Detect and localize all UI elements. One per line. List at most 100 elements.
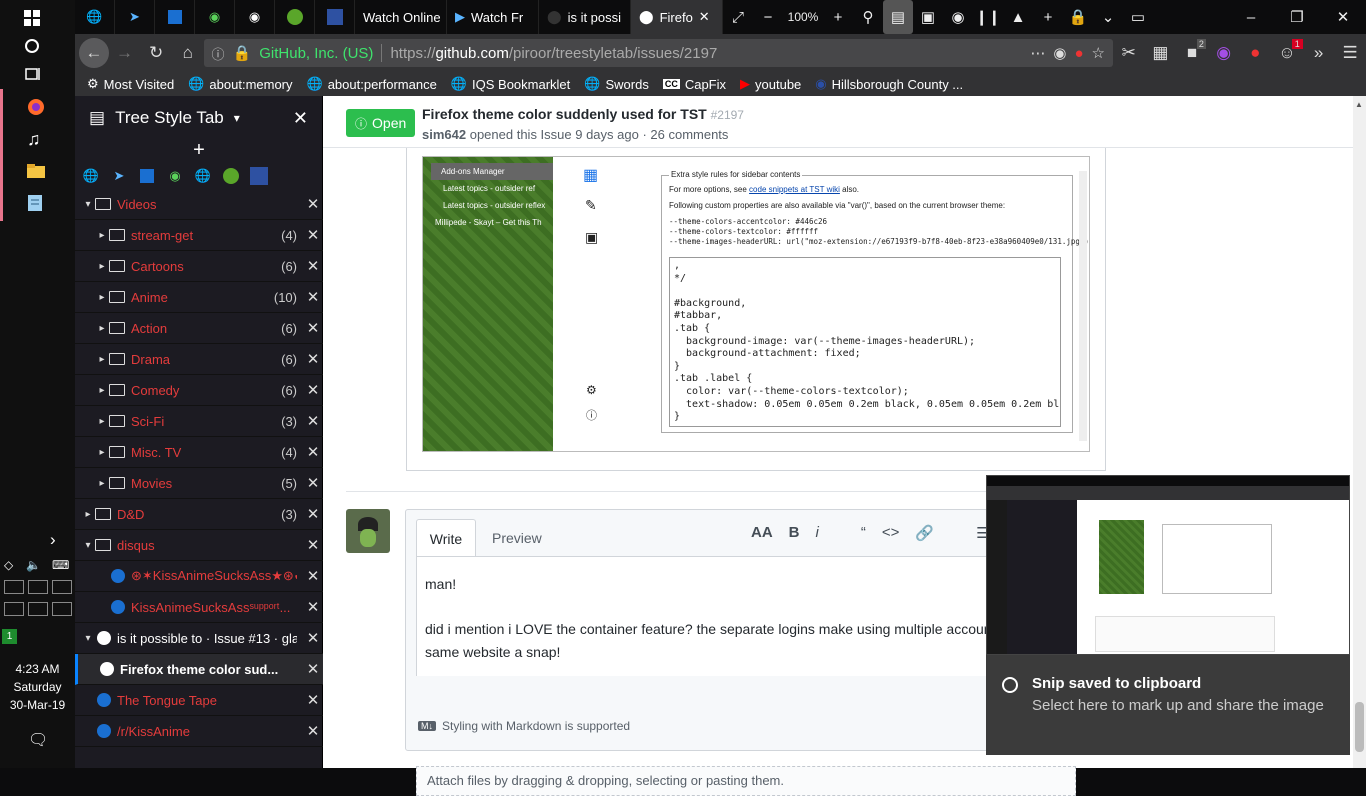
tab-active[interactable]: ⬤ Firefo ✕ <box>631 0 723 34</box>
reload-button[interactable]: ↻ <box>140 37 172 69</box>
pinned-site-icon[interactable]: ➤ <box>107 164 131 188</box>
site-identity[interactable]: GitHub, Inc. (US) <box>259 45 373 62</box>
close-icon[interactable]: ✕ <box>303 412 323 430</box>
tab-tree-item[interactable]: ▾ is it possible to · Issue #13 · glandi.… <box>75 623 323 654</box>
tab-tree-folder[interactable]: ▸ Sci-Fi (3) ✕ <box>75 406 323 437</box>
snip-thumbnail[interactable] <box>986 475 1350 655</box>
workspace-indicator-icon[interactable]: 1 <box>2 629 17 644</box>
mask-icon[interactable]: ◉ <box>943 0 973 34</box>
tray-icon[interactable] <box>28 580 48 594</box>
close-icon[interactable]: ✕ <box>303 660 323 678</box>
library-icon[interactable]: ❙❙ <box>973 0 1003 34</box>
text-size-icon[interactable]: AA <box>751 524 773 542</box>
firefox-taskbar-icon[interactable] <box>0 89 75 125</box>
hamburger-menu-icon[interactable]: ☰ <box>1334 37 1366 69</box>
pinned-site-icon[interactable]: ◉ <box>163 164 187 188</box>
twisty-icon[interactable]: ▾ <box>81 540 95 551</box>
twisty-icon[interactable]: ▾ <box>81 199 95 210</box>
close-icon[interactable]: ✕ <box>303 474 323 492</box>
tray-icon[interactable] <box>52 602 72 616</box>
twisty-icon[interactable]: ▸ <box>95 292 109 303</box>
chevron-down-icon[interactable]: ▾ <box>234 111 240 125</box>
close-icon[interactable]: ✕ <box>303 536 323 554</box>
window-mode-icon[interactable]: ▭ <box>1123 0 1153 34</box>
extension-icon[interactable]: ● <box>1074 45 1083 62</box>
twisty-icon[interactable]: ▸ <box>95 447 109 458</box>
tab-tree-folder[interactable]: ▸ Cartoons (6) ✕ <box>75 251 323 282</box>
close-icon[interactable]: ✕ <box>303 722 323 740</box>
bookmark-about-performance[interactable]: 🌐 about:performance <box>307 76 437 92</box>
system-clock[interactable]: 4:23 AM Saturday 30-Mar-19 <box>0 660 75 714</box>
pinned-tab[interactable]: ◉ <box>195 0 235 34</box>
task-view-icon[interactable] <box>0 56 75 92</box>
close-icon[interactable]: ✕ <box>303 288 323 306</box>
twisty-icon[interactable]: ▸ <box>95 416 109 427</box>
tab[interactable]: Watch Online <box>355 0 447 34</box>
tab-tree-item[interactable]: ⊛✶KissAnimeSucksAss★⊛✔... ✕ <box>75 561 323 592</box>
notifications-icon[interactable]: ☺ 1 <box>1271 37 1303 69</box>
new-tab-icon[interactable]: + <box>1033 0 1063 34</box>
tab-tree-item[interactable]: /r/KissAnime ✕ <box>75 716 323 747</box>
close-icon[interactable]: ✕ <box>699 9 710 25</box>
restore-icon[interactable]: ❐ <box>1274 0 1320 34</box>
twisty-icon[interactable]: ▸ <box>95 354 109 365</box>
home-button[interactable]: ⌂ <box>172 37 204 69</box>
overflow-chevrons-icon[interactable]: » <box>1303 37 1335 69</box>
page-scrollbar[interactable]: ▲ <box>1353 96 1366 768</box>
comment-textarea[interactable]: man! did i mention i LOVE the container … <box>416 556 1076 676</box>
twisty-icon[interactable]: ▸ <box>95 230 109 241</box>
tab-tree-item[interactable]: The Tongue Tape ✕ <box>75 685 323 716</box>
wifi-icon[interactable]: ◇ <box>4 558 13 572</box>
url-bar[interactable]: ⓘ 🔒 GitHub, Inc. (US) https://github.com… <box>203 39 1113 67</box>
tray-icon[interactable] <box>28 602 48 616</box>
close-icon[interactable]: ✕ <box>303 257 323 275</box>
tab-tree-folder[interactable]: ▾ Videos ✕ <box>75 189 323 220</box>
addon-badge-icon[interactable]: ■ 2 <box>1176 37 1208 69</box>
avatar[interactable] <box>346 509 390 553</box>
pinned-tab[interactable] <box>155 0 195 34</box>
tab-tree-folder[interactable]: ▸ Comedy (6) ✕ <box>75 375 323 406</box>
tab-tree-folder[interactable]: ▸ D&D (3) ✕ <box>75 499 323 530</box>
pinned-site-icon[interactable] <box>135 164 159 188</box>
twisty-icon[interactable]: ▸ <box>81 509 95 520</box>
chevron-right-icon[interactable]: › <box>0 522 75 558</box>
markdown-hint[interactable]: M↓ Styling with Markdown is supported <box>418 719 630 733</box>
tab-tree-folder[interactable]: ▸ Misc. TV (4) ✕ <box>75 437 323 468</box>
ublock-icon[interactable]: ● <box>1239 37 1271 69</box>
close-icon[interactable]: ✕ <box>303 319 323 337</box>
lock-icon[interactable]: 🔒 <box>1063 0 1093 34</box>
globe-icon[interactable]: 🌐 <box>191 164 215 188</box>
twisty-icon[interactable]: ▾ <box>81 633 95 644</box>
tab-tree-folder[interactable]: ▸ Action (6) ✕ <box>75 313 323 344</box>
twisty-icon[interactable]: ▸ <box>95 323 109 334</box>
tab-tree-folder[interactable]: ▸ Movies (5) ✕ <box>75 468 323 499</box>
file-explorer-icon[interactable] <box>0 153 75 189</box>
attach-files-area[interactable]: Attach files by dragging & dropping, sel… <box>416 766 1076 796</box>
quote-icon[interactable]: “ <box>861 524 866 542</box>
search-icon[interactable]: ⚲ <box>853 0 883 34</box>
tab-tree-folder[interactable]: ▾ disqus ✕ <box>75 530 323 561</box>
snip-notification[interactable]: Snip saved to clipboard Select here to m… <box>986 655 1350 755</box>
bookmark-about-memory[interactable]: 🌐 about:memory <box>188 76 292 92</box>
tab-tree-item[interactable]: Firefox theme color sud... ✕ <box>75 654 323 685</box>
fullscreen-icon[interactable]: ⤢ <box>723 0 753 34</box>
action-center-icon[interactable]: 🗨 <box>28 730 48 750</box>
sidebar-close-icon[interactable]: ✕ <box>293 108 308 129</box>
tab[interactable]: ▶ Watch Fr <box>447 0 539 34</box>
pinned-tab[interactable] <box>315 0 355 34</box>
close-icon[interactable]: ✕ <box>303 195 323 213</box>
close-icon[interactable]: ✕ <box>303 226 323 244</box>
tab-tree-folder[interactable]: ▸ Anime (10) ✕ <box>75 282 323 313</box>
pocket-icon[interactable]: ◉ <box>1053 44 1066 62</box>
tray-icon[interactable] <box>4 602 24 616</box>
bookmark-most-visited[interactable]: ⚙ Most Visited <box>87 76 174 92</box>
tray-icon[interactable] <box>52 580 72 594</box>
bookmark-capfix[interactable]: CC CapFix <box>662 77 726 92</box>
tab-tree-folder[interactable]: ▸ stream-get (4) ✕ <box>75 220 323 251</box>
issue-author[interactable]: sim642 <box>422 127 466 142</box>
tab-tree-item[interactable]: KissAnimeSucksAssˢᵘᵖᵖᵒʳᵗ... ✕ <box>75 592 323 623</box>
scroll-up-icon[interactable]: ▲ <box>1355 100 1363 109</box>
close-icon[interactable]: ✕ <box>303 505 323 523</box>
sidebar-title[interactable]: Tree Style Tab <box>115 108 224 128</box>
link-icon[interactable]: 🔗 <box>915 524 934 542</box>
